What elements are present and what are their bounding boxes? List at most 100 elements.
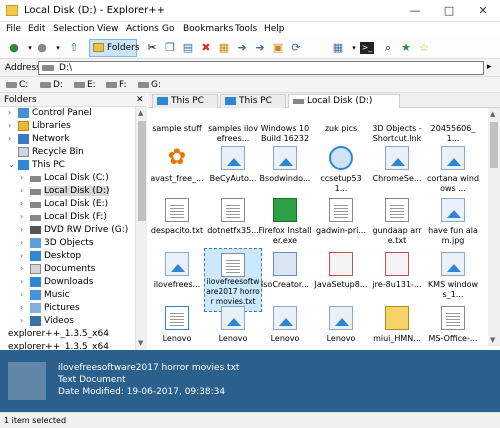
file-item[interactable]: Bsodwindo... — [258, 142, 312, 190]
back-icon[interactable]: ● — [6, 40, 22, 56]
menu-go[interactable]: Go — [162, 24, 174, 34]
menu-help[interactable]: Help — [264, 24, 285, 34]
close-pane-icon[interactable]: ✕ — [136, 95, 144, 105]
forward-icon[interactable]: ● — [34, 40, 50, 56]
file-item[interactable]: Lenovo — [258, 302, 312, 346]
properties-icon[interactable]: ▦ — [216, 40, 232, 56]
file-item[interactable]: gadwin-pri... — [314, 194, 368, 242]
views-icon[interactable]: ▦ — [330, 40, 346, 56]
paste-icon[interactable]: ▤ — [180, 40, 196, 56]
expand-icon[interactable]: › — [20, 251, 23, 260]
file-item[interactable]: jre-8u131-... — [370, 248, 424, 296]
expand-icon[interactable]: › — [20, 186, 23, 195]
copy-icon[interactable]: ❐ — [162, 40, 178, 56]
file-item[interactable]: dotnetfx35... — [206, 194, 260, 242]
bookmarks-icon[interactable]: ☆ — [416, 40, 432, 56]
expand-icon[interactable]: › — [20, 303, 23, 312]
scroll-down-icon[interactable]: ▼ — [490, 336, 495, 344]
tab-bar: This PC This PC Local Disk (D:) — [148, 93, 500, 109]
computer-icon — [157, 97, 168, 105]
move-to-icon[interactable]: ➜ — [234, 40, 250, 56]
expand-icon[interactable]: › — [8, 108, 11, 117]
expand-icon[interactable]: › — [20, 199, 23, 208]
up-icon[interactable]: ⇧ — [66, 40, 82, 56]
scroll-thumb[interactable] — [138, 121, 146, 221]
file-item[interactable]: Windows 10 Build 16232 — [258, 108, 312, 143]
drive-e-button[interactable]: E: — [74, 80, 96, 90]
drive-f-button[interactable]: F: — [106, 80, 127, 90]
file-item[interactable]: MS-Office-... — [426, 302, 480, 346]
tab-local-disk-d[interactable]: Local Disk (D:) — [288, 94, 400, 109]
folders-button[interactable]: Folders — [89, 39, 140, 57]
menu-actions[interactable]: Actions — [126, 24, 159, 34]
address-input[interactable]: D:\ — [38, 61, 484, 75]
expand-icon[interactable]: › — [20, 225, 23, 234]
expand-icon[interactable]: › — [20, 212, 23, 221]
drive-g-button[interactable]: G: — [138, 80, 161, 90]
file-item[interactable]: JavaSetup8... — [314, 248, 368, 296]
expand-icon[interactable]: › — [20, 238, 23, 247]
menu-selection[interactable]: Selection — [53, 24, 94, 34]
text-file-icon — [8, 362, 46, 400]
file-item[interactable]: zuk pics — [314, 108, 368, 140]
file-item[interactable]: IsoCreator... — [258, 248, 312, 296]
copy-to-icon[interactable]: ➜ — [252, 40, 268, 56]
refresh-icon[interactable]: ⟳ — [288, 40, 304, 56]
tab-label: This PC — [239, 96, 272, 106]
file-item[interactable]: ccsetup531... — [314, 142, 368, 193]
scroll-down-icon[interactable]: ▼ — [138, 339, 143, 347]
collapse-icon[interactable]: ⌄ — [8, 160, 15, 169]
scroll-up-icon[interactable]: ▲ — [138, 109, 143, 117]
file-item[interactable]: samples ilovefrees... — [206, 108, 260, 143]
maximize-button[interactable]: □ — [432, 0, 466, 22]
file-item[interactable]: ilovefrees... — [150, 248, 204, 296]
file-item[interactable]: 20455606_1... — [426, 108, 480, 143]
file-item[interactable]: sample stuff — [150, 108, 204, 140]
file-item[interactable]: miui_HMN... — [370, 302, 424, 346]
file-item[interactable]: 3D Objects - Shortcut.lnk — [370, 108, 424, 143]
file-item[interactable]: despacito.txt — [150, 194, 204, 242]
expand-icon[interactable]: › — [20, 316, 23, 325]
search-icon[interactable]: ⌕ — [380, 40, 396, 56]
menu-bookmarks[interactable]: Bookmarks — [183, 24, 233, 34]
file-item[interactable]: ChromeSe... — [370, 142, 424, 190]
drive-d-button[interactable]: D: — [40, 80, 63, 90]
address-go-icon[interactable]: ▸ — [487, 62, 492, 72]
command-prompt-icon[interactable]: >_ — [360, 42, 374, 54]
file-item[interactable]: gundaap arre.txt — [370, 194, 424, 245]
expand-icon[interactable]: › — [20, 173, 23, 182]
file-item[interactable]: KMS windows_1... — [426, 248, 480, 299]
file-item[interactable]: Firefox Installer.exe — [258, 194, 312, 245]
expand-icon[interactable]: › — [8, 121, 11, 130]
file-item[interactable]: Lenovo — [206, 302, 260, 346]
new-folder-icon[interactable]: ▣ — [270, 40, 286, 56]
delete-icon[interactable]: ✖ — [198, 40, 214, 56]
file-item[interactable]: Lenovo — [314, 302, 368, 346]
expand-icon[interactable]: › — [8, 134, 11, 143]
expand-icon[interactable]: › — [20, 264, 23, 273]
close-button[interactable]: ✕ — [466, 0, 500, 22]
file-item[interactable]: have fun alam.jpg — [426, 194, 480, 245]
menu-view[interactable]: View — [97, 24, 118, 34]
files-scrollbar[interactable]: ▲ ▼ — [488, 108, 500, 346]
menu-edit[interactable]: Edit — [28, 24, 45, 34]
address-label: Address — [5, 63, 41, 73]
tab-this-pc-1[interactable]: This PC — [152, 94, 218, 108]
cut-icon[interactable]: ✂ — [144, 40, 160, 56]
scroll-up-icon[interactable]: ▲ — [490, 110, 495, 118]
forward-dropdown-icon[interactable]: ▾ — [50, 40, 66, 56]
file-item[interactable]: ✿ avast_free_... — [150, 142, 204, 190]
drive-c-button[interactable]: C: — [6, 80, 28, 90]
scroll-thumb[interactable] — [490, 122, 498, 168]
file-item[interactable]: Lenovo — [150, 302, 204, 346]
expand-icon[interactable]: › — [20, 277, 23, 286]
tab-this-pc-2[interactable]: This PC — [220, 94, 286, 108]
tree-scrollbar[interactable]: ▲ ▼ — [135, 107, 147, 350]
file-item[interactable]: cortana windows ... — [426, 142, 480, 193]
menu-tools[interactable]: Tools — [235, 24, 257, 34]
menu-file[interactable]: File — [6, 24, 21, 34]
add-bookmark-icon[interactable]: ★ — [398, 40, 414, 56]
file-item[interactable]: BeCyAuto... — [206, 142, 260, 190]
expand-icon[interactable]: › — [20, 290, 23, 299]
minimize-button[interactable]: — — [398, 0, 432, 22]
